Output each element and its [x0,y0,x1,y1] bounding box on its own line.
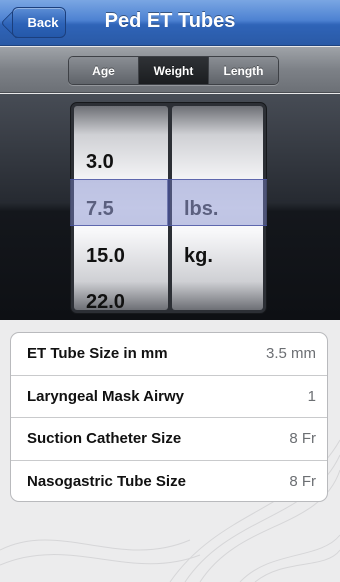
segment-toolbar: Age Weight Length [0,47,340,93]
unit-option-selected[interactable]: lbs. [184,198,218,221]
unit-wheel[interactable]: lbs. kg. [171,106,263,310]
unit-option[interactable]: kg. [184,245,213,268]
table-row: Laryngeal Mask Airwy 1 [11,376,327,418]
weight-wheel[interactable]: 3.0 7.5 15.0 22.0 [74,106,168,310]
segment-weight[interactable]: Weight [139,57,209,84]
weight-option[interactable]: 22.0 [86,291,125,310]
et-tube-size-label: ET Tube Size in mm [27,345,168,363]
weight-option[interactable]: 3.0 [86,151,114,174]
suction-catheter-label: Suction Catheter Size [27,430,182,448]
back-button-label: Back [27,15,59,30]
suction-catheter-value: 8 Fr [289,430,316,448]
navigation-bar: Back Ped ET Tubes [0,0,340,46]
weight-option-selected[interactable]: 7.5 [86,198,114,221]
et-tube-size-value: 3.5 mm [265,345,316,363]
results-area: ET Tube Size in mm 3.5 mm Laryngeal Mask… [0,320,340,582]
table-row: ET Tube Size in mm 3.5 mm [11,333,327,376]
results-table: ET Tube Size in mm 3.5 mm Laryngeal Mask… [10,332,328,502]
table-row: Suction Catheter Size 8 Fr [11,418,327,461]
laryngeal-mask-label: Laryngeal Mask Airwy [27,387,185,405]
weight-picker: 3.0 7.5 15.0 22.0 lbs. kg. [70,102,267,314]
nasogastric-tube-value: 8 Fr [289,473,316,491]
table-row: Nasogastric Tube Size 8 Fr [11,461,327,502]
input-mode-segmented-control: Age Weight Length [68,56,279,85]
segment-age[interactable]: Age [69,57,139,84]
laryngeal-mask-value: 1 [307,387,316,405]
picker-area: 3.0 7.5 15.0 22.0 lbs. kg. [0,94,340,320]
weight-option[interactable]: 15.0 [86,245,125,268]
back-button[interactable]: Back [12,7,66,38]
nasogastric-tube-label: Nasogastric Tube Size [27,473,186,491]
segment-length[interactable]: Length [209,57,278,84]
